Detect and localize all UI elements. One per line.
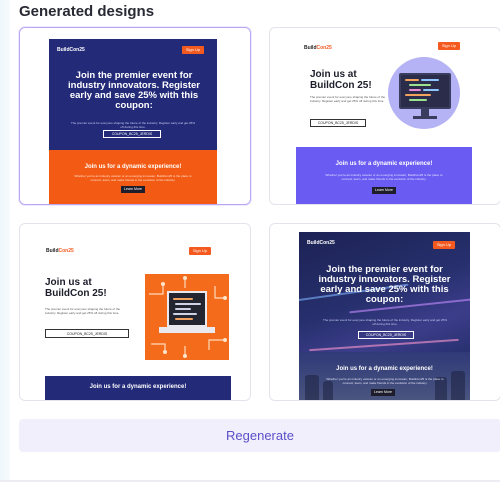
design-4-body: The premier event for everyone shaping t…	[323, 318, 448, 326]
design-4-headline: Join the premier event for industry inno…	[318, 264, 451, 305]
design-3-band-title: Join us for a dynamic experience!	[89, 384, 187, 390]
design-2-logo: BuildCon25	[304, 45, 332, 51]
design-4-band-title: Join us for a dynamic experience!	[336, 366, 433, 372]
design-1-body: The premier event for everyone shaping t…	[71, 121, 196, 129]
design-1-band: Join us for a dynamic experience! Whethe…	[49, 150, 217, 204]
design-3-coupon: COUPON_BC25_JERDIS	[45, 329, 129, 338]
design-2-learn-more-button: Learn More	[372, 187, 396, 194]
laptop-screen	[167, 291, 207, 327]
code-line	[423, 89, 439, 91]
design-2-email: BuildCon25 Sign Up Join us at BuildCon 2…	[296, 39, 472, 204]
design-4-signup-button: Sign Up	[433, 241, 455, 249]
design-1-signup-button: Sign Up	[182, 46, 204, 54]
design-card-1[interactable]: BuildCon25 Sign Up Join the premier even…	[19, 27, 251, 205]
code-line	[409, 99, 427, 101]
design-card-4[interactable]: BuildCon25 Sign Up Join the premier even…	[269, 223, 500, 401]
code-line	[405, 94, 431, 96]
design-1-learn-more-button: Learn More	[121, 186, 145, 193]
design-3-email: BuildCon25 Sign Up Join us at BuildCon 2…	[41, 239, 231, 400]
code-line	[421, 79, 439, 81]
design-4-band: Join us for a dynamic experience! Whethe…	[299, 352, 470, 400]
design-1-email: BuildCon25 Sign Up Join the premier even…	[49, 39, 217, 204]
laptop-keyboard	[159, 327, 215, 333]
code-line	[173, 313, 197, 315]
design-2-band-text: Whether you're an industry veteran or an…	[325, 173, 443, 181]
code-line	[409, 89, 421, 91]
design-3-band: Join us for a dynamic experience!	[45, 376, 231, 400]
regenerate-button[interactable]: Regenerate	[19, 419, 500, 452]
design-1-band-title: Join us for a dynamic experience!	[84, 164, 182, 170]
design-2-signup-button: Sign Up	[438, 42, 460, 50]
code-line	[173, 298, 193, 300]
design-2-body: The premier event for everyone shaping t…	[310, 95, 386, 103]
design-3-logo-suffix: Con25	[58, 248, 74, 254]
design-4-email: BuildCon25 Sign Up Join the premier even…	[299, 232, 470, 400]
page-title: Generated designs	[19, 3, 155, 20]
design-2-headline: Join us at BuildCon 25!	[310, 69, 372, 91]
code-line	[405, 79, 419, 81]
design-3-logo: BuildCon25	[46, 248, 74, 254]
design-4-logo: BuildCon25	[307, 240, 335, 246]
design-card-2[interactable]: BuildCon25 Sign Up Join us at BuildCon 2…	[269, 27, 500, 205]
design-4-coupon: COUPON_BC25_JERDIS	[358, 331, 414, 339]
design-card-3[interactable]: BuildCon25 Sign Up Join us at BuildCon 2…	[19, 223, 251, 401]
design-4-band-text: Whether you're an industry veteran or an…	[326, 377, 444, 385]
design-3-body: The premier event for everyone shaping t…	[45, 307, 121, 315]
design-4-learn-more-button: Learn More	[371, 389, 395, 396]
monitor-screen	[399, 73, 451, 109]
code-line	[175, 318, 193, 320]
panel-edge	[0, 0, 10, 482]
design-1-band-text: Whether you're an industry veteran or an…	[74, 174, 192, 182]
monitor-base	[413, 116, 437, 119]
design-2-logo-prefix: Build	[304, 45, 317, 51]
code-line	[175, 303, 201, 305]
design-2-logo-suffix: Con25	[316, 45, 332, 51]
design-1-coupon: COUPON_BC25_JERDIS	[103, 130, 161, 138]
code-line	[175, 308, 191, 310]
design-1-headline: Join the premier event for industry inno…	[68, 70, 200, 111]
design-1-logo: BuildCon25	[57, 47, 85, 53]
light-streak	[309, 338, 459, 352]
design-2-coupon: COUPON_BC25_JERDIS	[310, 119, 366, 127]
crowd-figure	[451, 371, 465, 400]
design-2-band: Join us for a dynamic experience! Whethe…	[296, 147, 472, 204]
design-3-headline: Join us at BuildCon 25!	[45, 277, 107, 299]
design-3-logo-prefix: Build	[46, 248, 59, 254]
crowd-figure	[305, 375, 319, 400]
design-2-band-title: Join us for a dynamic experience!	[335, 161, 433, 167]
design-3-signup-button: Sign Up	[189, 247, 211, 255]
code-line	[409, 84, 431, 86]
